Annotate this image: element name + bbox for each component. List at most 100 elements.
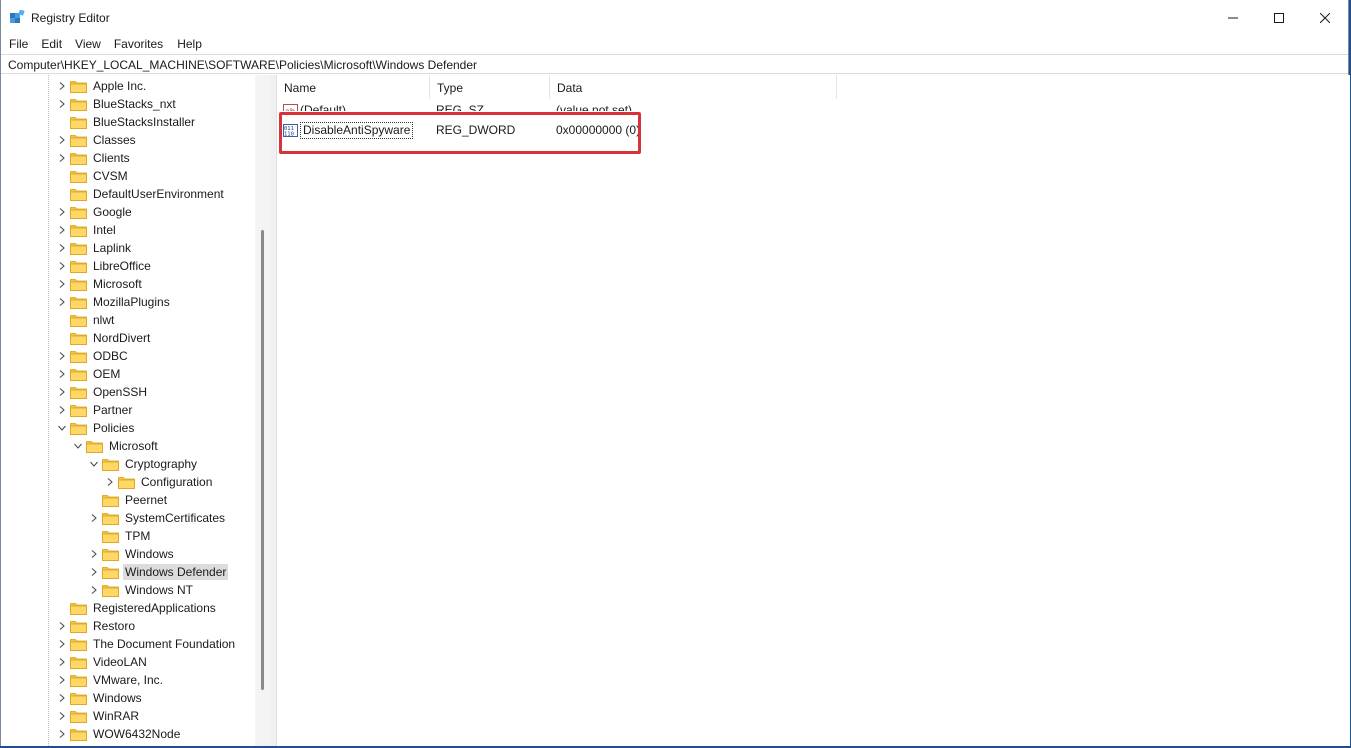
chevron-right-icon[interactable] bbox=[56, 257, 68, 275]
chevron-right-icon[interactable] bbox=[56, 95, 68, 113]
chevron-right-icon[interactable] bbox=[56, 347, 68, 365]
tree-item-mozillaplugins[interactable]: MozillaPlugins bbox=[56, 293, 172, 311]
chevron-right-icon[interactable] bbox=[56, 635, 68, 653]
chevron-right-icon[interactable] bbox=[56, 203, 68, 221]
menu-favorites[interactable]: Favorites bbox=[102, 35, 163, 53]
menu-edit[interactable]: Edit bbox=[29, 35, 62, 53]
minimize-button[interactable] bbox=[1210, 0, 1256, 35]
tree-item-windows-nt[interactable]: Windows NT bbox=[88, 581, 195, 599]
chevron-right-icon[interactable] bbox=[56, 131, 68, 149]
tree-item-clients[interactable]: Clients bbox=[56, 149, 132, 167]
chevron-right-icon[interactable] bbox=[56, 383, 68, 401]
column-header-data[interactable]: Data bbox=[550, 75, 837, 99]
tree-item-label: TPM bbox=[125, 529, 151, 543]
tree-item-vmware-inc[interactable]: VMware, Inc. bbox=[56, 671, 165, 689]
tree-item-the-document-foundation[interactable]: The Document Foundation bbox=[56, 635, 237, 653]
tree-item-classes[interactable]: Classes bbox=[56, 131, 138, 149]
tree-item-registeredapplications[interactable]: RegisteredApplications bbox=[56, 599, 218, 617]
address-path[interactable]: Computer\HKEY_LOCAL_MACHINE\SOFTWARE\Pol… bbox=[8, 58, 477, 72]
tree-item-microsoft[interactable]: Microsoft bbox=[56, 275, 144, 293]
tree-item-bluestacksinstaller[interactable]: BlueStacksInstaller bbox=[56, 113, 197, 131]
tree-item-cryptography[interactable]: Cryptography bbox=[88, 455, 199, 473]
chevron-right-icon[interactable] bbox=[88, 563, 100, 581]
maximize-button[interactable] bbox=[1256, 0, 1302, 35]
tree-item-windows[interactable]: Windows bbox=[88, 545, 176, 563]
tree-item-label: Peernet bbox=[125, 493, 168, 507]
chevron-right-icon[interactable] bbox=[56, 221, 68, 239]
tree-item-norddivert[interactable]: NordDivert bbox=[56, 329, 152, 347]
tree-item-odbc[interactable]: ODBC bbox=[56, 347, 130, 365]
chevron-right-icon[interactable] bbox=[56, 617, 68, 635]
tree-item-apple-inc[interactable]: Apple Inc. bbox=[56, 77, 148, 95]
tree-item-cvsm[interactable]: CVSM bbox=[56, 167, 130, 185]
tree-item-bluestacks-nxt[interactable]: BlueStacks_nxt bbox=[56, 95, 178, 113]
registry-editor-window: Registry Editor File Edit View Favorites… bbox=[0, 0, 1350, 746]
tree-item-peernet[interactable]: Peernet bbox=[88, 491, 169, 509]
folder-icon bbox=[70, 620, 87, 633]
address-bar[interactable]: Computer\HKEY_LOCAL_MACHINE\SOFTWARE\Pol… bbox=[1, 54, 1348, 74]
tree-item-microsoft[interactable]: Microsoft bbox=[72, 437, 160, 455]
tree-item-systemcertificates[interactable]: SystemCertificates bbox=[88, 509, 227, 527]
chevron-right-icon[interactable] bbox=[56, 671, 68, 689]
chevron-down-icon[interactable] bbox=[56, 419, 68, 437]
tree-item-nlwt[interactable]: nlwt bbox=[56, 311, 116, 329]
tree-scrollbar[interactable] bbox=[255, 75, 271, 746]
values-list[interactable]: Name Type Data ab (Default) REG_SZ (valu… bbox=[277, 75, 1350, 746]
tree-item-tpm[interactable]: TPM bbox=[88, 527, 152, 545]
column-header-type[interactable]: Type bbox=[430, 75, 550, 99]
tree-item-label: Google bbox=[93, 205, 132, 219]
tree-item-openssh[interactable]: OpenSSH bbox=[56, 383, 149, 401]
tree-item-laplink[interactable]: Laplink bbox=[56, 239, 133, 257]
tree-item-restoro[interactable]: Restoro bbox=[56, 617, 137, 635]
tree-item-winrar[interactable]: WinRAR bbox=[56, 707, 141, 725]
chevron-right-icon[interactable] bbox=[56, 293, 68, 311]
tree-item-policies[interactable]: Policies bbox=[56, 419, 136, 437]
menu-file[interactable]: File bbox=[1, 35, 28, 53]
tree-item-windows[interactable]: Windows bbox=[56, 689, 144, 707]
tree-item-libreoffice[interactable]: LibreOffice bbox=[56, 257, 153, 275]
folder-icon bbox=[70, 368, 87, 381]
chevron-right-icon[interactable] bbox=[56, 401, 68, 419]
tree-item-videolan[interactable]: VideoLAN bbox=[56, 653, 149, 671]
chevron-right-icon[interactable] bbox=[56, 365, 68, 383]
tree-item-intel[interactable]: Intel bbox=[56, 221, 118, 239]
chevron-down-icon[interactable] bbox=[88, 455, 100, 473]
chevron-right-icon[interactable] bbox=[56, 653, 68, 671]
chevron-down-icon[interactable] bbox=[72, 437, 84, 455]
tree-item-label: Intel bbox=[93, 223, 116, 237]
chevron-right-icon[interactable] bbox=[88, 545, 100, 563]
chevron-right-icon[interactable] bbox=[88, 509, 100, 527]
tree-item-google[interactable]: Google bbox=[56, 203, 134, 221]
folder-icon bbox=[70, 602, 87, 615]
column-header-name[interactable]: Name bbox=[277, 75, 430, 99]
tree-item-windows-defender[interactable]: Windows Defender bbox=[88, 563, 229, 581]
tree-item-defaultuserenvironment[interactable]: DefaultUserEnvironment bbox=[56, 185, 226, 203]
chevron-right-icon[interactable] bbox=[56, 239, 68, 257]
key-tree[interactable]: Apple Inc. BlueStacks_nxt BlueStacksInstal… bbox=[1, 75, 271, 746]
chevron-right-icon[interactable] bbox=[56, 77, 68, 95]
close-button[interactable] bbox=[1302, 0, 1348, 35]
chevron-right-icon[interactable] bbox=[56, 725, 68, 743]
title-bar[interactable]: Registry Editor bbox=[1, 0, 1348, 35]
chevron-right-icon[interactable] bbox=[104, 473, 116, 491]
tree-scrollbar-thumb[interactable] bbox=[261, 230, 264, 690]
tree-item-partner[interactable]: Partner bbox=[56, 401, 134, 419]
chevron-right-icon[interactable] bbox=[56, 707, 68, 725]
tree-item-label: NordDivert bbox=[93, 331, 151, 345]
menu-bar: File Edit View Favorites Help bbox=[1, 35, 203, 53]
chevron-right-icon[interactable] bbox=[56, 689, 68, 707]
menu-view[interactable]: View bbox=[63, 35, 101, 53]
chevron-right-icon[interactable] bbox=[56, 149, 68, 167]
tree-item-configuration[interactable]: Configuration bbox=[104, 473, 214, 491]
chevron-right-icon[interactable] bbox=[88, 581, 100, 599]
menu-help[interactable]: Help bbox=[164, 35, 202, 53]
folder-icon bbox=[102, 548, 119, 561]
tree-item-wow6432node[interactable]: WOW6432Node bbox=[56, 725, 182, 743]
tree-item-oem[interactable]: OEM bbox=[56, 365, 122, 383]
tree-item-label: DefaultUserEnvironment bbox=[93, 187, 224, 201]
chevron-right-icon[interactable] bbox=[56, 275, 68, 293]
